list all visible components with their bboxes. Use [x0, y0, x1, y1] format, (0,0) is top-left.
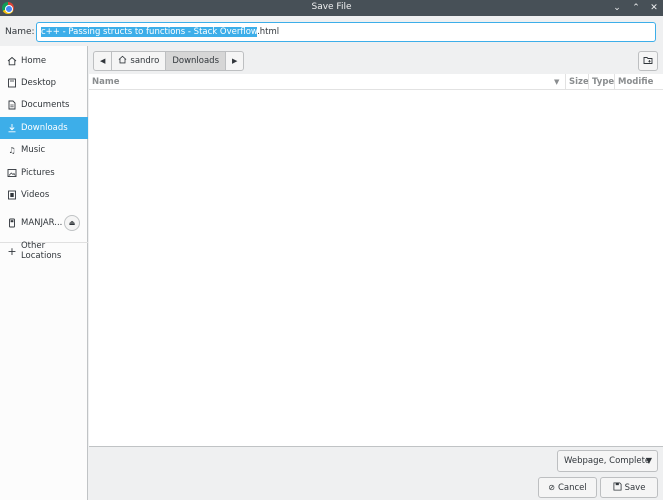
sidebar-item-pictures[interactable]: Pictures: [0, 162, 88, 184]
sidebar-item-music[interactable]: ♫ Music: [0, 139, 88, 161]
column-divider: [565, 74, 566, 90]
name-label: Name:: [5, 27, 35, 37]
sidebar-item-downloads[interactable]: Downloads: [0, 117, 88, 139]
eject-button[interactable]: ⏏: [64, 215, 80, 231]
column-header-type[interactable]: Type: [592, 77, 614, 87]
create-folder-button[interactable]: [638, 51, 658, 71]
path-segment-downloads[interactable]: Downloads: [166, 52, 227, 70]
sidebar-item-label: Videos: [21, 190, 50, 200]
drive-icon: [7, 218, 17, 228]
sidebar-item-home[interactable]: Home: [0, 50, 88, 72]
path-bar: ◀ sandro Downloads ▶: [93, 51, 245, 71]
plus-icon: +: [7, 244, 17, 258]
downloads-icon: [7, 123, 17, 133]
column-headers: Name ▼ Size Type Modifie: [89, 74, 663, 90]
path-back-button[interactable]: ◀: [94, 52, 113, 70]
sidebar-item-label: Downloads: [21, 123, 68, 133]
left-arrow-icon: ◀: [100, 57, 106, 65]
minimize-chevron-icon[interactable]: ⌄: [610, 1, 624, 15]
cancel-label: Cancel: [557, 482, 587, 493]
window-title: Save File: [311, 2, 352, 12]
home-icon: [118, 55, 127, 67]
right-arrow-icon: ▶: [232, 57, 238, 65]
file-type-select[interactable]: Webpage, Complete ▼: [557, 450, 658, 472]
caret-down-icon: ▼: [645, 456, 652, 465]
maximize-chevron-icon[interactable]: ⌃: [629, 1, 643, 15]
save-button[interactable]: Save: [600, 477, 658, 498]
sidebar-item-label: Music: [21, 145, 46, 155]
path-forward-button[interactable]: ▶: [226, 52, 243, 70]
path-segment-label: sandro: [130, 56, 160, 66]
file-list[interactable]: Name ▼ Size Type Modifie: [89, 74, 663, 446]
sidebar-item-desktop[interactable]: Desktop: [0, 72, 88, 94]
column-divider: [614, 74, 615, 90]
filename-extension-text: .html: [257, 27, 280, 37]
sort-down-icon: ▼: [554, 78, 560, 86]
cancel-icon: ⊘: [548, 483, 555, 492]
column-header-modified[interactable]: Modifie: [618, 77, 662, 87]
path-segment-home[interactable]: sandro: [112, 52, 167, 70]
save-icon: [613, 482, 622, 493]
sidebar-item-label: Pictures: [21, 168, 55, 178]
column-header-name[interactable]: Name: [92, 77, 119, 87]
sidebar-item-label: Other Locations: [20, 241, 62, 261]
sidebar-item-label: Home: [21, 56, 47, 66]
title-bar: Save File ⌄ ⌃ ✕: [0, 0, 663, 16]
desktop-icon: [7, 78, 17, 88]
home-icon: [7, 56, 17, 66]
sidebar-item-documents[interactable]: Documents: [0, 94, 88, 116]
column-divider: [588, 74, 589, 90]
sidebar-item-label: MANJAR...: [21, 218, 63, 228]
filename-input[interactable]: c++ - Passing structs to functions - Sta…: [36, 22, 656, 42]
sidebar-item-other-locations[interactable]: + Other Locations: [0, 240, 88, 262]
places-sidebar: Home Desktop Documents Downloads ♫ Music…: [0, 46, 88, 500]
music-icon: ♫: [8, 145, 16, 155]
save-label: Save: [624, 482, 646, 493]
path-segment-label: Downloads: [172, 56, 220, 66]
filename-selected-text: c++ - Passing structs to functions - Sta…: [41, 27, 258, 37]
cancel-button[interactable]: ⊘ Cancel: [538, 477, 597, 498]
sidebar-item-label: Documents: [21, 100, 70, 110]
sidebar-item-videos[interactable]: Videos: [0, 184, 88, 206]
pictures-icon: [7, 168, 17, 178]
documents-icon: [7, 100, 17, 110]
close-icon[interactable]: ✕: [647, 1, 661, 15]
videos-icon: [7, 190, 17, 200]
column-header-size[interactable]: Size: [569, 77, 589, 87]
eject-icon: ⏏: [68, 219, 76, 227]
sidebar-item-label: Desktop: [21, 78, 57, 88]
file-type-value: Webpage, Complete: [564, 456, 651, 466]
folder-new-icon: [643, 55, 653, 68]
